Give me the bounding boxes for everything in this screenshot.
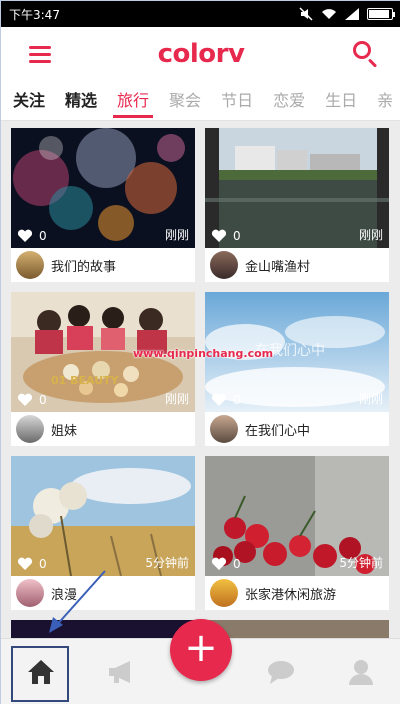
avatar[interactable] [16, 579, 44, 607]
video-title: 浪漫 [51, 587, 78, 603]
video-card[interactable] [11, 620, 195, 638]
tab-featured[interactable]: 精选 [65, 81, 97, 120]
card-footer: 浪漫 [11, 576, 195, 610]
post-time: 5分钟前 [339, 556, 383, 570]
like-number: 0 [233, 229, 241, 243]
video-card[interactable]: 0 5分钟前 浪漫 [11, 456, 195, 610]
nav-messages[interactable] [251, 642, 311, 702]
menu-icon[interactable] [29, 45, 51, 63]
like-count[interactable]: 0 [17, 557, 47, 571]
avatar[interactable] [16, 415, 44, 443]
card-footer: 我们的故事 [11, 248, 195, 282]
tab-birthday[interactable]: 生日 [325, 81, 357, 120]
status-time: 下午3:47 [9, 7, 60, 22]
video-card[interactable]: 01 BEAUTY 0 刚刚 姐妹 [11, 292, 195, 446]
video-thumbnail[interactable]: 0 刚刚 [205, 128, 389, 248]
card-footer: 金山嘴渔村 [205, 248, 389, 282]
video-title: 张家港休闲旅游 [245, 587, 337, 603]
heart-icon [17, 229, 33, 242]
like-number: 0 [233, 393, 241, 407]
avatar[interactable] [210, 415, 238, 443]
video-thumbnail[interactable]: 0 5分钟前 [205, 456, 389, 576]
like-count[interactable]: 0 [211, 557, 241, 571]
heart-icon [211, 393, 227, 406]
tab-travel[interactable]: 旅行 [113, 81, 154, 120]
post-time: 刚刚 [358, 228, 383, 242]
heart-icon [211, 229, 227, 242]
video-title: 我们的故事 [51, 259, 117, 275]
nav-profile[interactable] [331, 642, 391, 702]
avatar[interactable] [210, 251, 238, 279]
post-time: 刚刚 [164, 228, 189, 242]
profile-icon [349, 660, 373, 685]
chat-icon [268, 661, 294, 684]
wifi-icon [322, 9, 336, 19]
avatar[interactable] [16, 251, 44, 279]
like-number: 0 [39, 229, 47, 243]
avatar[interactable] [210, 579, 238, 607]
video-thumbnail[interactable]: 0 5分钟前 [11, 456, 195, 576]
heart-icon [211, 557, 227, 570]
like-count[interactable]: 0 [211, 229, 241, 243]
watermark: www.qinpinchang.com [133, 347, 274, 360]
heart-icon [17, 557, 33, 570]
card-footer: 张家港休闲旅游 [205, 576, 389, 610]
tab-romance[interactable]: 恋爱 [273, 81, 305, 120]
status-icons [299, 7, 395, 21]
like-number: 0 [233, 557, 241, 571]
battery-icon [367, 8, 395, 20]
video-title: 姐妹 [51, 423, 78, 439]
highlight-box [11, 646, 69, 702]
status-bar: 下午3:47 [1, 1, 400, 27]
card-footer: 姐妹 [11, 412, 195, 446]
category-tabs: 关注 精选 旅行 聚会 节日 恋爱 生日 亲 [1, 81, 400, 121]
plus-icon: + [184, 625, 218, 671]
video-title: 金山嘴渔村 [245, 259, 311, 275]
nav-discover[interactable] [91, 642, 151, 702]
post-time: 刚刚 [358, 392, 383, 406]
video-overlay-text: 01 BEAUTY [51, 374, 119, 387]
search-icon[interactable] [351, 39, 381, 69]
create-button[interactable]: + [170, 619, 232, 681]
like-count[interactable]: 0 [17, 229, 47, 243]
mute-icon [299, 7, 313, 21]
app-logo: colorv [157, 39, 245, 69]
signal-icon [345, 8, 359, 20]
like-number: 0 [39, 557, 47, 571]
tab-follow[interactable]: 关注 [13, 81, 45, 120]
megaphone-icon [109, 661, 130, 683]
post-time: 5分钟前 [145, 556, 189, 570]
video-thumbnail[interactable]: 0 刚刚 [11, 128, 195, 248]
heart-icon [17, 393, 33, 406]
video-card[interactable]: 0 刚刚 我们的故事 [11, 128, 195, 282]
tab-holiday[interactable]: 节日 [221, 81, 253, 120]
video-card[interactable]: 0 5分钟前 张家港休闲旅游 [205, 456, 389, 610]
app-bar: colorv [1, 27, 400, 81]
like-count[interactable]: 0 [211, 393, 241, 407]
video-title: 在我们心中 [245, 423, 311, 439]
tab-family[interactable]: 亲 [377, 81, 393, 120]
like-number: 0 [39, 393, 47, 407]
post-time: 刚刚 [164, 392, 189, 406]
video-card[interactable]: 在我们心中 0 刚刚 在我们心中 [205, 292, 389, 446]
tab-party[interactable]: 聚会 [169, 81, 201, 120]
video-card[interactable] [205, 620, 389, 638]
video-feed: 0 刚刚 我们的故事 0 刚刚 金山嘴渔村 01 BEAUTY 0 刚刚 姐妹 … [1, 121, 400, 638]
card-footer: 在我们心中 [205, 412, 389, 446]
like-count[interactable]: 0 [17, 393, 47, 407]
video-card[interactable]: 0 刚刚 金山嘴渔村 [205, 128, 389, 282]
